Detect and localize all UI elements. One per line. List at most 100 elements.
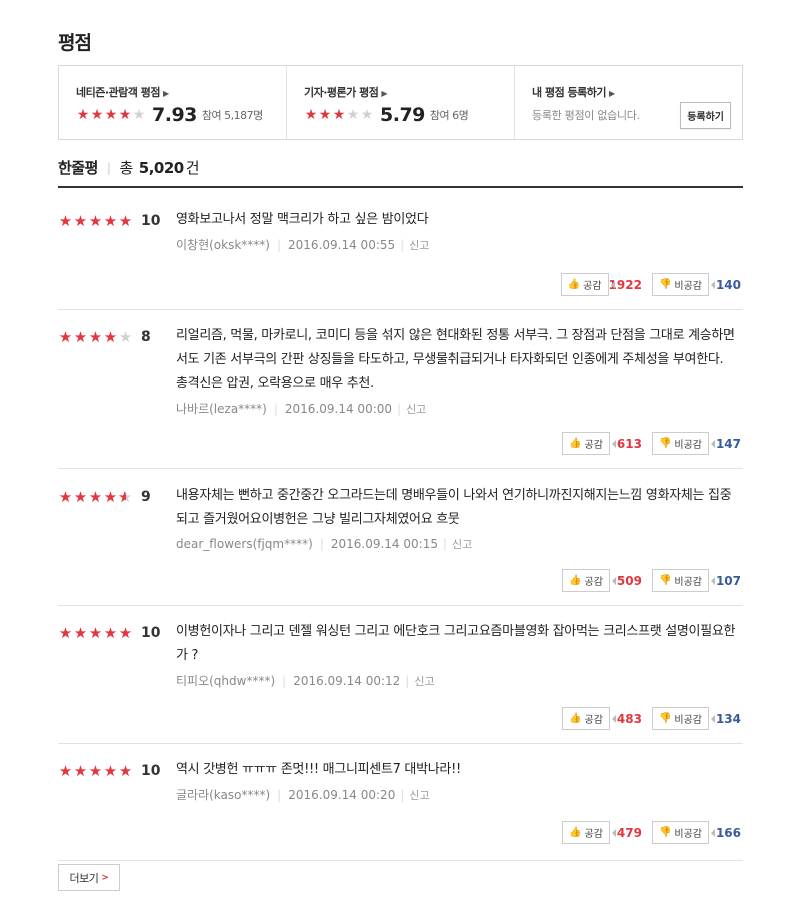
like-button[interactable]: 👍 공감	[562, 707, 610, 730]
review-date: 2016.09.14 00:12	[293, 673, 401, 688]
report-link[interactable]: 신고	[409, 787, 429, 803]
thumbs-down-icon: 👎	[658, 713, 672, 724]
review-user[interactable]: 이창현(oksk****)	[176, 236, 270, 253]
star-icon: ★	[103, 211, 118, 230]
divider: |	[400, 787, 405, 802]
critic-rating: 기자·평론가 평점 ▶ ★ ★ ★ ★ ★ 5.79 참여 6명	[287, 66, 515, 139]
critic-rating-link[interactable]: 기자·평론가 평점 ▶	[304, 84, 514, 100]
review-stars: ★ ★ ★ ★ ★	[58, 761, 133, 780]
review-date: 2016.09.14 00:00	[284, 401, 393, 416]
star-icon: ★	[58, 623, 73, 642]
review-divider	[58, 743, 743, 744]
like-count: 479	[610, 826, 644, 840]
review-divider	[58, 468, 743, 469]
dislike-count: 166	[709, 826, 743, 840]
total-prefix: 총	[119, 159, 133, 177]
review-rating: ★ ★ ★ ★ ★ 10	[58, 761, 161, 780]
thumbs-up-icon: 👍	[569, 438, 582, 449]
star-icon: ★	[132, 106, 146, 123]
star-icon: ★	[103, 327, 118, 346]
star-icon: ★	[73, 623, 88, 642]
review-rating: ★ ★ ★ ★ ★ 8	[58, 329, 151, 345]
review-votes: 👍 공감 613 👎 비공감 147	[562, 432, 743, 455]
review-user[interactable]: 나바르(leza****)	[176, 400, 267, 417]
like-label: 공감	[584, 440, 603, 451]
review-date: 2016.09.14 00:20	[288, 787, 396, 802]
star-icon: ★	[88, 327, 103, 346]
critic-score: 5.79	[380, 104, 425, 126]
review-body: 이병헌이자나 그리고 덴젤 워싱턴 그리고 에단호크 그리고요즘마블영화 잡아먹…	[176, 620, 736, 689]
netizen-rating-link[interactable]: 네티즌·관람객 평점 ▶	[76, 84, 286, 100]
header-divider	[58, 186, 743, 188]
review-count-header: 한줄평 | 총 5,020 건	[58, 157, 200, 178]
dislike-button[interactable]: 👎 비공감	[651, 821, 709, 844]
review-user[interactable]: 티피오(qhdw****)	[176, 672, 275, 689]
divider: |	[319, 537, 324, 551]
review-divider	[58, 605, 743, 606]
star-icon: ★	[118, 327, 133, 346]
like-button[interactable]: 👍 공감	[562, 569, 610, 592]
review-meta: 이창현(oksk****) | 2016.09.14 00:55 | 신고	[176, 236, 736, 253]
star-icon: ★	[118, 623, 133, 642]
more-button[interactable]: 더보기 >	[58, 864, 120, 891]
total-count: 5,020	[138, 158, 184, 177]
review-rating: ★ ★ ★ ★ ★ 10	[58, 623, 161, 642]
star-icon: ★	[73, 487, 88, 506]
star-icon: ★	[88, 487, 103, 506]
dislike-count: 134	[709, 712, 743, 726]
divider: |	[397, 401, 402, 416]
review-votes: 👍 공감 509 👎 비공감 107	[562, 569, 743, 592]
like-button[interactable]: 👍 공감	[562, 432, 610, 455]
review-divider	[58, 309, 743, 310]
thumbs-down-icon: 👎	[658, 575, 672, 586]
netizen-stars: ★ ★ ★ ★ ★	[76, 106, 146, 123]
star-icon: ★	[103, 623, 118, 642]
report-link[interactable]: 신고	[414, 673, 434, 689]
thumbs-down-icon: 👎	[658, 827, 672, 838]
star-icon: ★	[88, 211, 103, 230]
thumbs-up-icon: 👍	[569, 827, 582, 838]
like-button[interactable]: 👍 공감	[562, 821, 610, 844]
star-icon: ★	[73, 327, 88, 346]
my-rating-link[interactable]: 내 평점 등록하기 ▶	[532, 84, 742, 100]
report-link[interactable]: 신고	[409, 237, 429, 253]
report-link[interactable]: 신고	[452, 536, 472, 552]
like-label: 공감	[584, 577, 603, 588]
netizen-rating: 네티즌·관람객 평점 ▶ ★ ★ ★ ★ ★ 7.93 참여 5,187명	[59, 66, 287, 139]
register-rating-button[interactable]: 등록하기	[680, 102, 731, 129]
star-icon: ★	[118, 761, 133, 780]
review-votes: 👍 공감 479 👎 비공감 166	[562, 821, 743, 844]
review-meta: 티피오(qhdw****) | 2016.09.14 00:12 | 신고	[176, 672, 736, 689]
review-user[interactable]: 글라라(kaso****)	[176, 786, 270, 803]
dislike-label: 비공감	[674, 577, 702, 588]
star-icon: ★	[58, 761, 73, 780]
star-icon: ★	[332, 106, 346, 123]
star-icon: ★	[73, 761, 88, 780]
star-icon: ★	[318, 106, 332, 123]
dislike-button[interactable]: 👎 비공감	[651, 569, 709, 592]
star-icon: ★	[103, 487, 118, 506]
like-label: 공감	[584, 829, 603, 840]
star-icon: ★	[360, 106, 374, 123]
netizen-rating-label: 네티즌·관람객 평점	[76, 86, 160, 99]
review-meta: 나바르(leza****) | 2016.09.14 00:00 | 신고	[176, 400, 736, 417]
dislike-button[interactable]: 👎 비공감	[651, 707, 709, 730]
review-user[interactable]: dear_flowers(fjqm****)	[176, 537, 313, 551]
like-button[interactable]: 👍 공감	[560, 273, 609, 296]
thumbs-down-icon: 👎	[658, 438, 672, 449]
chevron-right-icon: ▶	[609, 89, 615, 98]
star-icon: ★	[103, 761, 118, 780]
divider: |	[273, 401, 278, 416]
chevron-right-icon: >	[101, 872, 109, 883]
netizen-participants: 참여 5,187명	[201, 109, 263, 122]
like-count: 483	[610, 712, 644, 726]
report-link[interactable]: 신고	[406, 401, 426, 417]
review-text: 이병헌이자나 그리고 덴젤 워싱턴 그리고 에단호크 그리고요즘마블영화 잡아먹…	[176, 624, 736, 663]
dislike-count: 147	[709, 437, 743, 451]
dislike-button[interactable]: 👎 비공감	[651, 432, 709, 455]
review-score: 10	[141, 625, 161, 641]
divider: |	[282, 673, 287, 688]
like-count: 1922	[608, 277, 642, 292]
review-body: 역시 갓병헌 ㅠㅠㅠ 존멋!!! 매그니피센트7 대박나라!! 글라라(kaso*…	[176, 758, 736, 803]
dislike-button[interactable]: 👎 비공감	[651, 273, 709, 296]
